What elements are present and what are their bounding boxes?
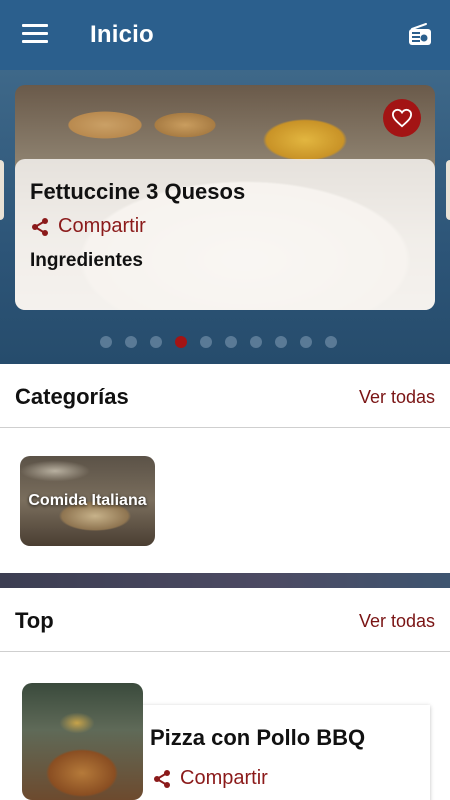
ingredients-link[interactable]: Ingredientes [30,250,143,272]
carousel-pagination [100,336,350,348]
categories-list: Comida Italiana [0,429,450,573]
section-divider [0,573,450,588]
carousel-dot[interactable] [275,336,287,348]
top-see-all-link[interactable]: Ver todas [359,611,435,632]
list-item[interactable]: Pizza con Pollo BBQ Compartir [20,683,430,800]
carousel-dot[interactable] [225,336,237,348]
carousel-dot[interactable] [200,336,212,348]
carousel-dot[interactable] [325,336,337,348]
featured-carousel[interactable]: Fettuccine 3 Quesos Compartir Ingredient… [0,70,450,364]
recipe-thumbnail[interactable] [22,683,143,800]
share-icon [32,217,48,236]
recipe-title: Fettuccine 3 Quesos [30,179,246,204]
share-icon [154,769,170,788]
featured-recipe-card[interactable]: Fettuccine 3 Quesos Compartir Ingredient… [15,85,435,310]
share-button[interactable]: Compartir [30,215,146,238]
menu-icon[interactable] [22,24,48,46]
app-bar: Inicio [0,0,450,70]
carousel-dot[interactable] [250,336,262,348]
categories-header: Categorías Ver todas [0,364,450,428]
carousel-dot[interactable] [125,336,137,348]
category-card[interactable]: Comida Italiana [20,456,155,546]
top-list: Pizza con Pollo BBQ Compartir [0,653,450,800]
next-card-peek [446,160,450,220]
previous-card-peek [0,160,4,220]
carousel-dot[interactable] [150,336,162,348]
categories-heading: Categorías [15,384,129,409]
top-header: Top Ver todas [0,588,450,652]
recipe-name: Pizza con Pollo BBQ [150,725,366,750]
top-heading: Top [15,608,54,633]
carousel-dot[interactable] [300,336,312,348]
share-button[interactable]: Compartir [152,767,268,790]
page-title: Inicio [90,21,154,48]
radio-icon[interactable] [406,20,434,48]
carousel-dot-active[interactable] [175,336,187,348]
recipe-info-panel: Fettuccine 3 Quesos Compartir Ingredient… [15,159,435,310]
heart-icon[interactable] [383,99,421,137]
category-label: Comida Italiana [28,492,147,509]
share-label: Compartir [180,767,268,789]
categories-see-all-link[interactable]: Ver todas [359,387,435,408]
carousel-dot[interactable] [100,336,112,348]
share-label: Compartir [58,215,146,237]
